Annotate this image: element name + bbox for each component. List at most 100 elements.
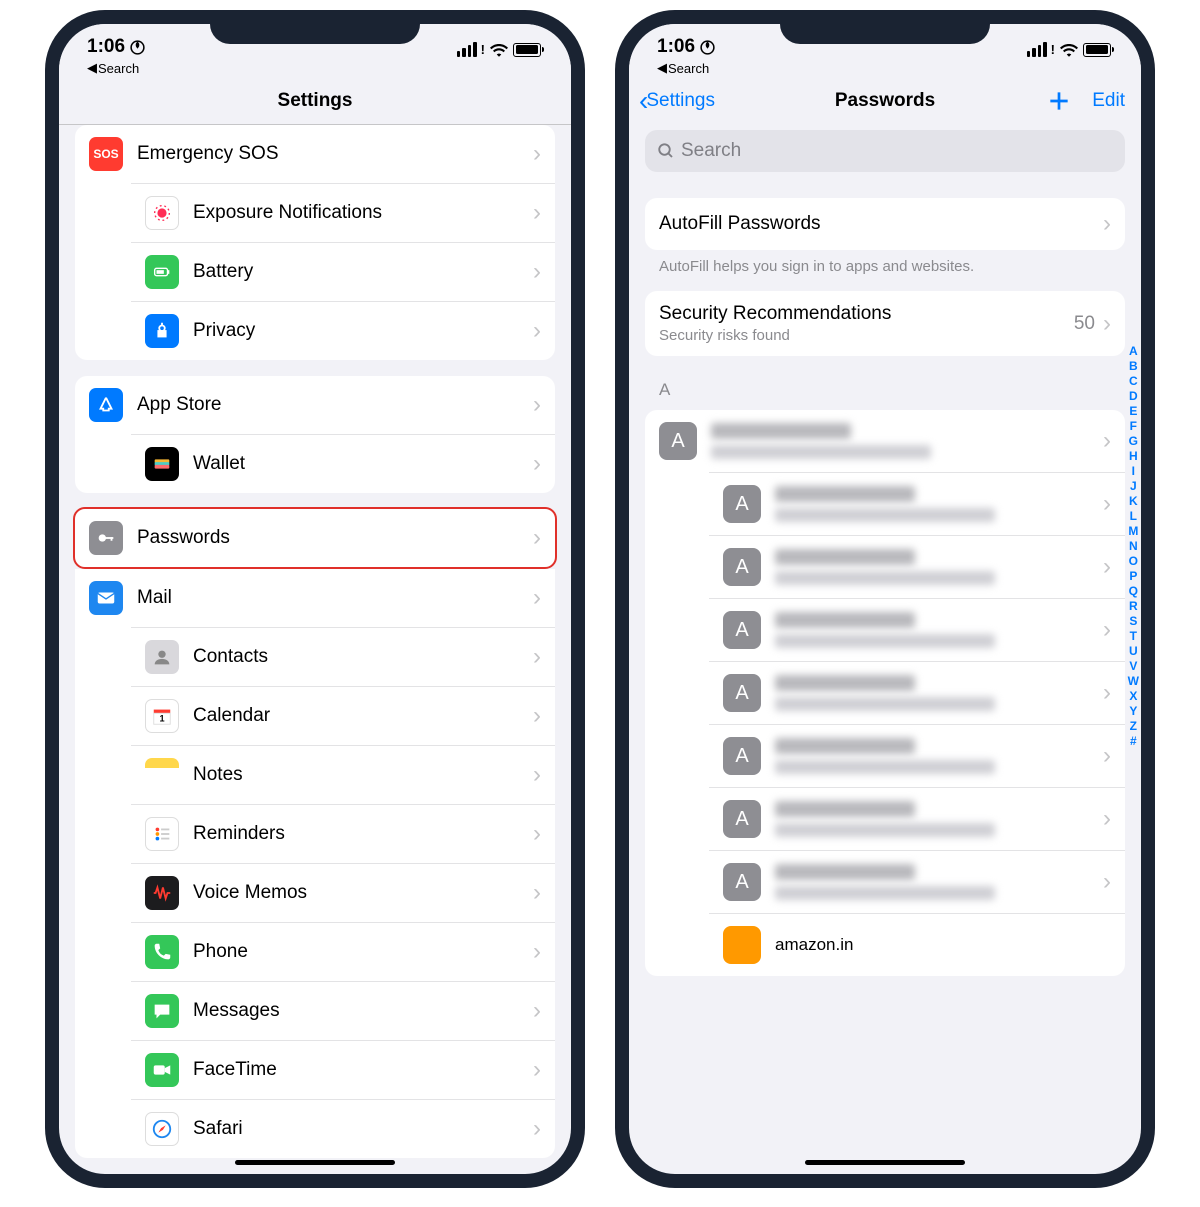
- settings-item-reminders[interactable]: Reminders›: [131, 804, 555, 863]
- back-button[interactable]: ‹ Settings: [639, 87, 715, 115]
- settings-item-privacy[interactable]: Privacy›: [131, 301, 555, 360]
- autofill-passwords-row[interactable]: AutoFill Passwords ›: [645, 198, 1125, 250]
- settings-list[interactable]: SOSEmergency SOS›Exposure Notifications›…: [59, 125, 571, 1174]
- alphabet-index[interactable]: ABCDEFGHIJKLMNOPQRSTUVWXYZ#: [1128, 344, 1139, 749]
- row-label: Privacy: [193, 320, 533, 342]
- search-icon: [657, 142, 675, 160]
- security-recommendations-row[interactable]: Security Recommendations Security risks …: [645, 291, 1125, 356]
- cellular-icon: [457, 42, 477, 57]
- settings-item-calendar[interactable]: 1Calendar›: [131, 686, 555, 745]
- row-label: Safari: [193, 1118, 533, 1140]
- settings-item-appstore[interactable]: App Store›: [75, 376, 555, 434]
- home-indicator[interactable]: [235, 1160, 395, 1165]
- back-to-search[interactable]: ◀ Search: [87, 60, 146, 76]
- index-letter[interactable]: L: [1130, 509, 1137, 524]
- settings-item-phone[interactable]: Phone›: [131, 922, 555, 981]
- row-label: Contacts: [193, 646, 533, 668]
- password-entry[interactable]: A›: [709, 472, 1125, 535]
- settings-item-battery[interactable]: Battery›: [131, 242, 555, 301]
- site-icon: A: [723, 800, 761, 838]
- mail-icon: [89, 581, 123, 615]
- index-letter[interactable]: E: [1129, 404, 1137, 419]
- password-entry[interactable]: A›: [709, 787, 1125, 850]
- index-letter[interactable]: J: [1130, 479, 1137, 494]
- settings-group-3: Mail›Contacts›1Calendar›Notes›Reminders›…: [75, 569, 555, 1158]
- entry-text: [775, 612, 1103, 648]
- index-letter[interactable]: O: [1129, 554, 1138, 569]
- privacy-icon: [145, 314, 179, 348]
- settings-item-safari[interactable]: Safari›: [131, 1099, 555, 1158]
- index-letter[interactable]: D: [1129, 389, 1138, 404]
- index-letter[interactable]: P: [1129, 569, 1137, 584]
- security-sub: Security risks found: [659, 327, 1074, 344]
- row-label: Battery: [193, 261, 533, 283]
- settings-item-mail[interactable]: Mail›: [75, 569, 555, 627]
- site-icon: A: [723, 548, 761, 586]
- row-label: FaceTime: [193, 1059, 533, 1081]
- passwords-content[interactable]: Search AutoFill Passwords › AutoFill hel…: [629, 124, 1141, 1174]
- index-letter[interactable]: S: [1129, 614, 1137, 629]
- entry-text: [775, 864, 1103, 900]
- index-letter[interactable]: N: [1129, 539, 1138, 554]
- index-letter[interactable]: U: [1129, 644, 1138, 659]
- entry-text: [775, 801, 1103, 837]
- index-letter[interactable]: F: [1130, 419, 1137, 434]
- site-icon: A: [723, 611, 761, 649]
- password-entry[interactable]: A›: [709, 598, 1125, 661]
- site-icon: A: [723, 863, 761, 901]
- password-entry[interactable]: A›: [709, 535, 1125, 598]
- password-entry[interactable]: A›: [645, 410, 1125, 472]
- index-letter[interactable]: V: [1129, 659, 1137, 674]
- password-entry[interactable]: A›: [709, 661, 1125, 724]
- messages-icon: [145, 994, 179, 1028]
- index-letter[interactable]: G: [1129, 434, 1138, 449]
- settings-item-messages[interactable]: Messages›: [131, 981, 555, 1040]
- chevron-right-icon: ›: [1103, 868, 1111, 896]
- row-label: Emergency SOS: [137, 143, 533, 165]
- settings-item-facetime[interactable]: FaceTime›: [131, 1040, 555, 1099]
- index-letter[interactable]: K: [1129, 494, 1138, 509]
- index-letter[interactable]: M: [1128, 524, 1138, 539]
- settings-item-wallet[interactable]: Wallet›: [131, 434, 555, 493]
- chevron-right-icon: ›: [533, 643, 541, 671]
- phone-icon: [145, 935, 179, 969]
- row-label: Voice Memos: [193, 882, 533, 904]
- battery-icon: [1083, 43, 1111, 57]
- wifi-icon: [1060, 43, 1078, 57]
- settings-item-contacts[interactable]: Contacts›: [131, 627, 555, 686]
- settings-item-notes[interactable]: Notes›: [131, 745, 555, 804]
- facetime-icon: [145, 1053, 179, 1087]
- settings-item-exposure[interactable]: Exposure Notifications›: [131, 183, 555, 242]
- password-entry[interactable]: A›: [709, 724, 1125, 787]
- index-letter[interactable]: R: [1129, 599, 1138, 614]
- index-letter[interactable]: A: [1129, 344, 1138, 359]
- chevron-right-icon: ›: [1103, 210, 1111, 238]
- add-button[interactable]: [1046, 88, 1072, 114]
- edit-button[interactable]: Edit: [1092, 90, 1125, 112]
- password-entry[interactable]: amazon.in: [709, 913, 1125, 976]
- index-letter[interactable]: T: [1130, 629, 1137, 644]
- index-letter[interactable]: X: [1129, 689, 1137, 704]
- home-indicator[interactable]: [805, 1160, 965, 1165]
- passwords-group-highlighted: Passwords›: [73, 507, 557, 569]
- index-letter[interactable]: #: [1130, 734, 1137, 749]
- index-letter[interactable]: Y: [1129, 704, 1137, 719]
- back-to-search[interactable]: ◀ Search: [657, 60, 716, 76]
- index-letter[interactable]: I: [1132, 464, 1135, 479]
- index-letter[interactable]: W: [1128, 674, 1139, 689]
- index-letter[interactable]: H: [1129, 449, 1138, 464]
- settings-item-voicememos[interactable]: Voice Memos›: [131, 863, 555, 922]
- phone-left: 1:06 ◀ Search ! Settings SOSEmergency SO…: [45, 10, 585, 1188]
- index-letter[interactable]: B: [1129, 359, 1138, 374]
- password-entry[interactable]: A›: [709, 850, 1125, 913]
- index-letter[interactable]: Z: [1130, 719, 1137, 734]
- search-input[interactable]: Search: [645, 130, 1125, 172]
- activity-icon: [129, 39, 146, 56]
- row-label: App Store: [137, 394, 533, 416]
- settings-item-sos[interactable]: SOSEmergency SOS›: [75, 125, 555, 183]
- index-letter[interactable]: Q: [1129, 584, 1138, 599]
- settings-item-passwords[interactable]: Passwords›: [75, 509, 555, 567]
- chevron-right-icon: ›: [1103, 427, 1111, 455]
- index-letter[interactable]: C: [1129, 374, 1138, 389]
- cellular-alert-icon: !: [481, 42, 485, 57]
